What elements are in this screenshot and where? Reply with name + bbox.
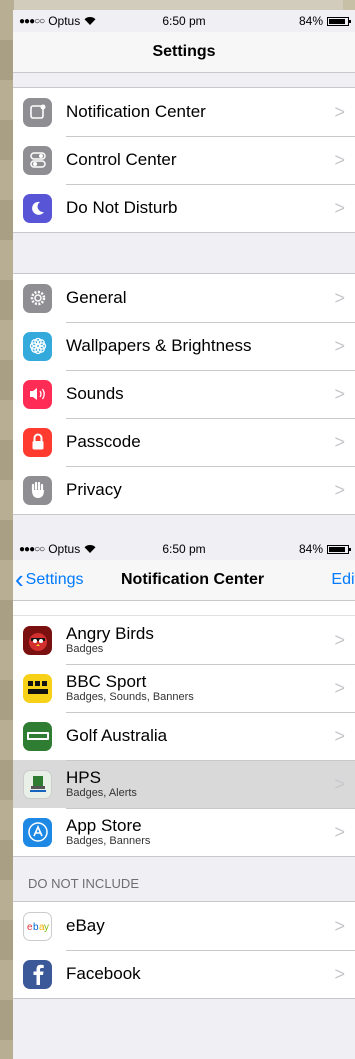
settings-item-label: General: [66, 288, 127, 307]
battery-icon: [327, 16, 351, 26]
battery-percent: 84%: [298, 14, 323, 28]
battery-percent: 84%: [298, 542, 323, 556]
lock-icon: [23, 427, 52, 457]
app-notification-types: Badges, Banners: [66, 835, 151, 847]
settings-group-2: General > Wallpapers & Brightness > Soun…: [13, 273, 355, 515]
chevron-right-icon: >: [334, 915, 345, 936]
angry-birds-icon: [23, 625, 52, 655]
settings-item-label: Control Center: [66, 150, 177, 169]
back-button[interactable]: ‹ Settings: [15, 560, 83, 600]
app-row-bbc-sport[interactable]: BBC Sport Badges, Sounds, Banners >: [13, 664, 355, 712]
app-notification-types: Badges, Sounds, Banners: [66, 691, 194, 703]
app-name: Angry Birds: [66, 624, 154, 643]
hand-icon: [23, 475, 52, 505]
edit-button[interactable]: Edit: [331, 571, 355, 589]
settings-item-do-not-disturb[interactable]: Do Not Disturb >: [13, 184, 355, 232]
chevron-right-icon: >: [334, 479, 345, 500]
app-row-hps[interactable]: HPS Badges, Alerts >: [13, 760, 355, 808]
settings-item-label: Notification Center: [66, 102, 206, 121]
settings-item-notification-center[interactable]: Notification Center >: [13, 88, 355, 136]
status-bar: ●●●○○ Optus 6:50 pm 84%: [13, 538, 355, 560]
included-apps-list: Angry Birds Badges > BBC Sport Badges, S…: [13, 616, 355, 857]
svg-text:y: y: [44, 922, 49, 932]
excluded-apps-list: e b a y eBay > Facebook >: [13, 901, 355, 999]
chevron-left-icon: ‹: [15, 564, 24, 594]
settings-item-label: Passcode: [66, 432, 141, 451]
chevron-right-icon: >: [334, 677, 345, 698]
do-not-include-header: DO NOT INCLUDE: [28, 876, 139, 891]
control-center-icon: [23, 145, 52, 175]
settings-item-general[interactable]: General >: [13, 274, 355, 322]
app-name: BBC Sport: [66, 672, 147, 691]
notification-center-screen: ●●●○○ Optus 6:50 pm 84% ‹ Settings Notif…: [13, 538, 355, 1059]
carrier: ●●●○○ Optus: [19, 542, 96, 556]
notification-center-icon: [23, 97, 52, 127]
app-row-ebay[interactable]: e b a y eBay >: [13, 902, 355, 950]
settings-item-privacy[interactable]: Privacy >: [13, 466, 355, 514]
chevron-right-icon: >: [334, 149, 345, 170]
wifi-icon: [84, 14, 96, 28]
settings-item-label: Do Not Disturb: [66, 198, 178, 217]
page-title: Settings: [13, 32, 355, 73]
carrier-name: Optus: [48, 542, 81, 556]
app-name: Golf Australia: [66, 726, 168, 745]
facebook-icon: [23, 959, 52, 989]
settings-item-label: Sounds: [66, 384, 124, 403]
signal-icon: ●●●○○: [19, 543, 45, 555]
chevron-right-icon: >: [334, 335, 345, 356]
wifi-icon: [84, 542, 96, 556]
signal-icon: ●●●○○: [19, 15, 45, 27]
chevron-right-icon: >: [334, 725, 345, 746]
settings-item-passcode[interactable]: Passcode >: [13, 418, 355, 466]
ebay-icon: e b a y: [23, 911, 52, 941]
app-row-golf-australia[interactable]: Golf Australia >: [13, 712, 355, 760]
app-notification-types: Badges, Alerts: [66, 787, 137, 799]
chevron-right-icon: >: [334, 629, 345, 650]
settings-group-1: Notification Center > Control Center > D…: [13, 87, 355, 233]
app-row-angry-birds[interactable]: Angry Birds Badges >: [13, 616, 355, 664]
hps-icon: [23, 769, 52, 799]
chevron-right-icon: >: [334, 431, 345, 452]
speaker-icon: [23, 379, 52, 409]
settings-item-wallpapers[interactable]: Wallpapers & Brightness >: [13, 322, 355, 370]
carrier-name: Optus: [48, 14, 81, 28]
settings-item-label: Privacy: [66, 480, 122, 499]
app-name: App Store: [66, 816, 142, 835]
settings-item-sounds[interactable]: Sounds >: [13, 370, 355, 418]
golf-icon: [23, 721, 52, 751]
moon-icon: [23, 193, 52, 223]
app-row-facebook[interactable]: Facebook >: [13, 950, 355, 998]
chevron-right-icon: >: [334, 197, 345, 218]
battery: 84%: [298, 14, 351, 28]
app-name: eBay: [66, 916, 105, 935]
battery: 84%: [298, 542, 351, 556]
settings-item-control-center[interactable]: Control Center >: [13, 136, 355, 184]
chevron-right-icon: >: [334, 963, 345, 984]
app-row-app-store[interactable]: App Store Badges, Banners >: [13, 808, 355, 856]
carrier: ●●●○○ Optus: [19, 14, 96, 28]
section-gap: [13, 233, 355, 273]
app-name: Facebook: [66, 964, 141, 983]
app-name: HPS: [66, 768, 101, 787]
chevron-right-icon: >: [334, 821, 345, 842]
scrolled-row-peek: [13, 601, 355, 616]
settings-item-label: Wallpapers & Brightness: [66, 336, 252, 355]
chevron-right-icon: >: [334, 101, 345, 122]
app-notification-types: Badges: [66, 643, 104, 655]
bbc-sport-icon: [23, 673, 52, 703]
settings-screen: ●●●○○ Optus 6:50 pm 84% Settings Notific…: [13, 10, 355, 538]
battery-icon: [327, 544, 351, 554]
app-store-icon: [23, 817, 52, 847]
chevron-right-icon: >: [334, 287, 345, 308]
navigation-bar: ‹ Settings Notification Center Edit: [13, 560, 355, 601]
chevron-right-icon: >: [334, 773, 345, 794]
gear-icon: [23, 283, 52, 313]
chevron-right-icon: >: [334, 383, 345, 404]
status-bar: ●●●○○ Optus 6:50 pm 84%: [13, 10, 355, 32]
back-button-label: Settings: [25, 571, 84, 588]
page-title: Notification Center: [121, 571, 265, 588]
flower-icon: [23, 331, 52, 361]
